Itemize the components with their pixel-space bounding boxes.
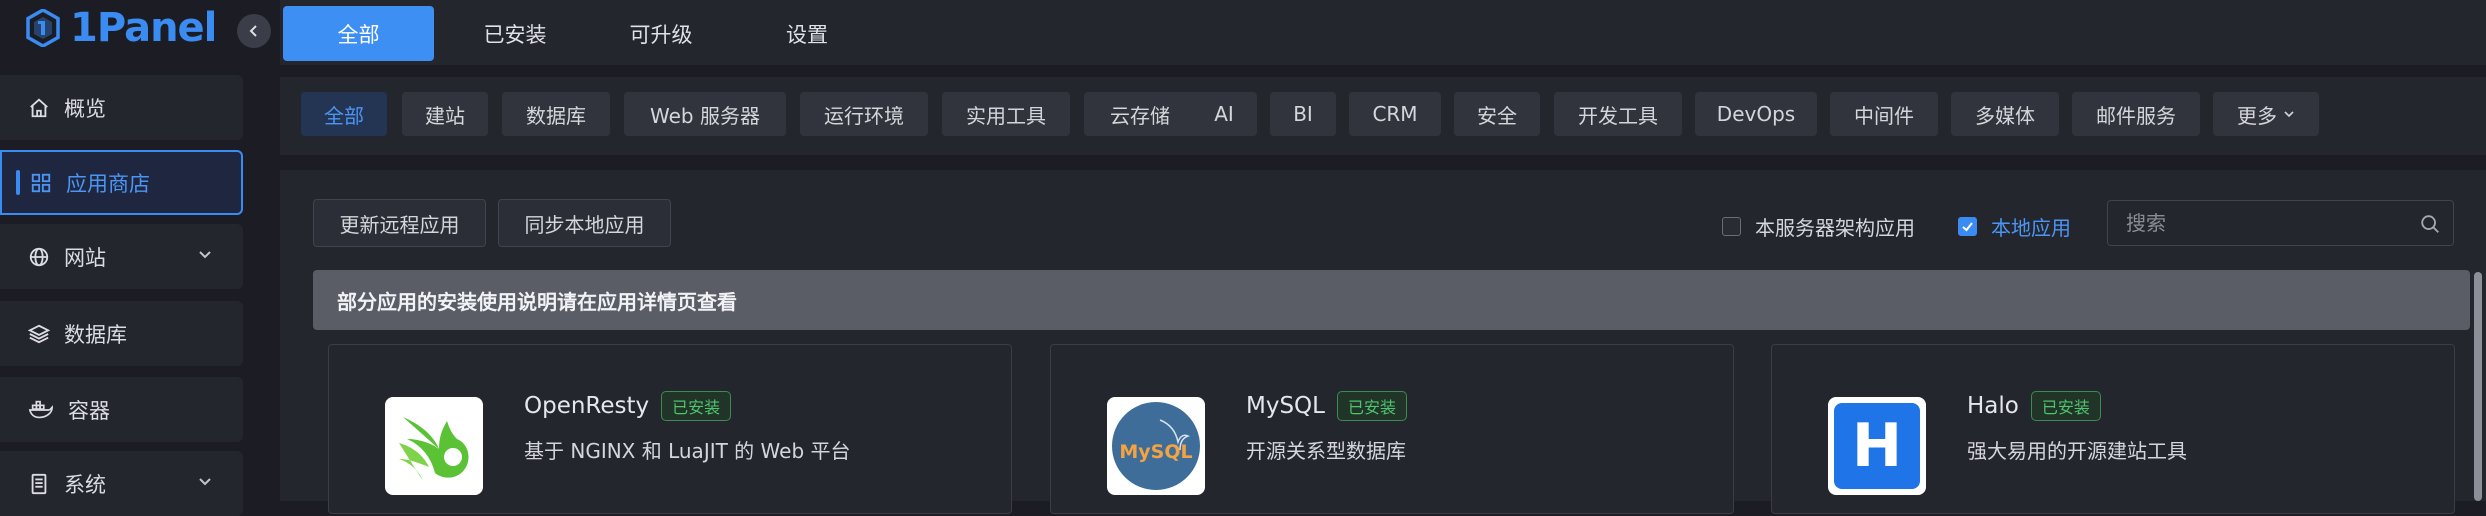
category-database[interactable]: 数据库: [502, 92, 610, 136]
halo-logo-letter: H: [1851, 411, 1903, 481]
checkmark-icon: [1962, 222, 1973, 232]
category-cloud-storage[interactable]: 云存储: [1084, 92, 1196, 136]
sidebar-item-website[interactable]: 网站: [0, 224, 243, 289]
halo-logo: H: [1828, 397, 1926, 495]
sidebar-item-label: 网站: [64, 245, 106, 270]
app-card-mysql[interactable]: MySQL MySQL 已安装 开源关系型数据库: [1050, 344, 1734, 514]
sidebar-item-container[interactable]: 容器: [0, 377, 243, 442]
sync-local-apps-button[interactable]: 同步本地应用: [498, 199, 671, 247]
category-all[interactable]: 全部: [301, 92, 387, 136]
update-remote-apps-button[interactable]: 更新远程应用: [313, 199, 486, 247]
category-mail[interactable]: 邮件服务: [2072, 92, 2200, 136]
sidebar-collapse-button[interactable]: [237, 14, 271, 48]
openresty-bird-icon: [399, 417, 469, 481]
server-icon: [31, 473, 47, 494]
openresty-logo: [385, 397, 483, 495]
category-multimedia[interactable]: 多媒体: [1951, 92, 2059, 136]
sidebar-item-label: 概览: [64, 96, 106, 121]
sidebar-item-label: 容器: [68, 398, 110, 423]
grid-icon: [31, 173, 51, 192]
home-icon: [30, 98, 48, 117]
app-description: 强大易用的开源建站工具: [1967, 439, 2187, 463]
category-devops[interactable]: DevOps: [1695, 92, 1817, 136]
chevron-down-icon[interactable]: [197, 246, 213, 262]
layers-icon: [28, 324, 50, 343]
chevron-down-icon[interactable]: [197, 473, 213, 489]
category-web-server[interactable]: Web 服务器: [624, 92, 786, 136]
search-box: [2107, 200, 2454, 246]
search-icon[interactable]: [2419, 213, 2441, 235]
arch-filter-checkbox[interactable]: 本服务器架构应用: [1722, 212, 1915, 241]
halo-logo-tile: H: [1834, 403, 1920, 489]
category-crm[interactable]: CRM: [1349, 92, 1441, 136]
chevron-down-icon: [2284, 111, 2294, 118]
app-name[interactable]: Halo: [1967, 393, 2019, 419]
checkbox-box[interactable]: [1722, 217, 1741, 236]
app-card-title: Halo 已安装: [1967, 391, 2101, 421]
checkbox-box[interactable]: [1958, 217, 1977, 236]
category-website[interactable]: 建站: [402, 92, 488, 136]
category-more[interactable]: 更多: [2213, 92, 2319, 136]
globe-icon: [29, 247, 49, 266]
sidebar-item-label: 系统: [64, 472, 106, 497]
sidebar-item-label: 应用商店: [66, 171, 150, 196]
category-filter-bar: 全部 建站 数据库 Web 服务器 运行环境 实用工具 云存储 AI BI CR…: [280, 77, 2486, 155]
tab-installed[interactable]: 已安装: [450, 6, 580, 61]
app-name[interactable]: MySQL: [1246, 393, 1325, 419]
app-card-title: MySQL 已安装: [1246, 391, 1407, 421]
chevron-left-icon: [249, 25, 257, 37]
app-card-openresty[interactable]: OpenResty 已安装 基于 NGINX 和 LuaJIT 的 Web 平台: [328, 344, 1012, 514]
local-apps-label: 本地应用: [1991, 216, 2071, 240]
mysql-dolphin-icon: MySQL: [1112, 402, 1200, 490]
category-tools[interactable]: 实用工具: [942, 92, 1070, 136]
app-tabs: 全部 已安装 可升级 设置: [280, 0, 2486, 65]
sidebar-item-overview[interactable]: 概览: [0, 75, 243, 140]
app-description: 开源关系型数据库: [1246, 439, 1406, 463]
scrollbar[interactable]: [2474, 272, 2482, 501]
logo-text: 1Panel: [70, 4, 217, 51]
app-name[interactable]: OpenResty: [524, 393, 649, 419]
installed-badge: 已安装: [661, 391, 732, 421]
app-card-title: OpenResty 已安装: [524, 391, 732, 421]
search-input[interactable]: [2124, 201, 2404, 245]
local-apps-checkbox[interactable]: 本地应用: [1958, 212, 2071, 241]
sidebar-item-database[interactable]: 数据库: [0, 301, 243, 366]
tab-upgradable[interactable]: 可升级: [596, 6, 726, 61]
sidebar-item-label: 数据库: [64, 322, 127, 347]
sidebar-item-app-store[interactable]: 应用商店: [0, 150, 243, 215]
app-description: 基于 NGINX 和 LuaJIT 的 Web 平台: [524, 439, 851, 463]
category-security[interactable]: 安全: [1454, 92, 1540, 136]
mysql-logo-text: MySQL: [1119, 441, 1192, 463]
usage-notice-banner: 部分应用的安装使用说明请在应用详情页查看: [313, 270, 2470, 330]
category-ai[interactable]: AI: [1191, 92, 1257, 136]
tab-all[interactable]: 全部: [283, 6, 434, 61]
mysql-logo: MySQL: [1107, 397, 1205, 495]
category-dev-tools[interactable]: 开发工具: [1554, 92, 1682, 136]
sidebar-item-system[interactable]: 系统: [0, 451, 243, 516]
tab-settings[interactable]: 设置: [742, 6, 872, 61]
sidebar: 1Panel 概览 应用商店 网站 数据库 容器 系统: [0, 0, 250, 516]
category-more-label: 更多: [2237, 103, 2277, 128]
app-logo[interactable]: 1Panel: [26, 0, 217, 55]
installed-badge: 已安装: [2030, 391, 2101, 421]
panel-logo-icon: [26, 8, 60, 47]
arch-filter-label: 本服务器架构应用: [1755, 216, 1915, 240]
category-runtime[interactable]: 运行环境: [800, 92, 928, 136]
category-middleware[interactable]: 中间件: [1830, 92, 1938, 136]
app-card-halo[interactable]: H Halo 已安装 强大易用的开源建站工具: [1771, 344, 2455, 514]
docker-icon: [28, 400, 53, 418]
category-bi[interactable]: BI: [1270, 92, 1336, 136]
installed-badge: 已安装: [1336, 391, 1407, 421]
